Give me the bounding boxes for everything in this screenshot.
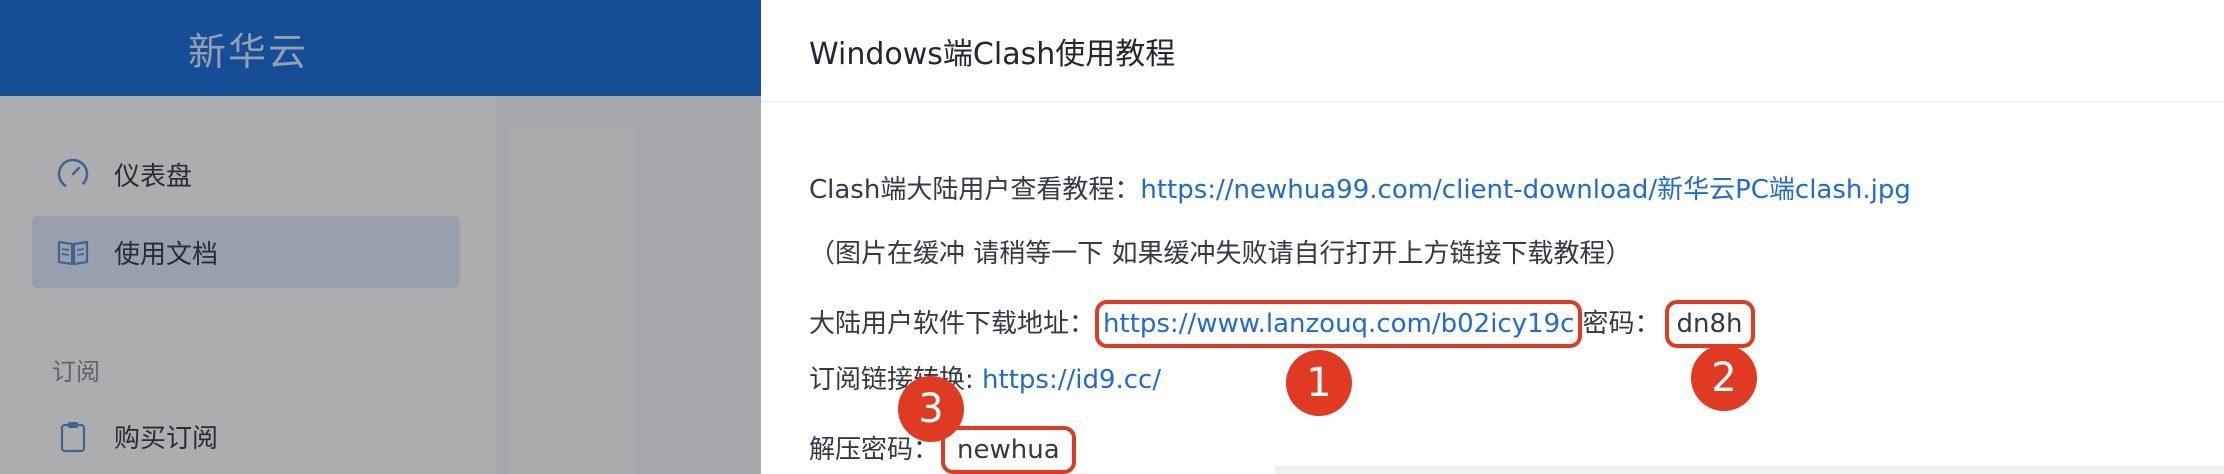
- unzip-password: newhua: [957, 435, 1060, 465]
- password-label: 密码：: [1582, 309, 1661, 339]
- convert-link[interactable]: https://id9.cc/: [982, 365, 1161, 395]
- drawer-header: Windows端Clash使用教程: [761, 0, 2224, 102]
- content-block-edge: [1275, 466, 2224, 474]
- download-label: 大陆用户软件下载地址：: [809, 309, 1096, 339]
- subscription-convert-line: 订阅链接转换: https://id9.cc/: [809, 362, 1161, 398]
- tutorial-image-link[interactable]: https://newhua99.com/client-download/新华云…: [1140, 175, 1911, 205]
- modal-overlay[interactable]: [0, 0, 761, 474]
- highlight-box-2: dn8h: [1664, 300, 1755, 348]
- annotation-badge-3: 3: [898, 376, 964, 442]
- tutorial-drawer: Windows端Clash使用教程 Clash端大陆用户查看教程：https:/…: [761, 0, 2224, 474]
- download-line: 大陆用户软件下载地址： https://www.lanzouq.com/b02ic…: [809, 300, 1755, 348]
- highlight-box-1: https://www.lanzouq.com/b02icy19c: [1095, 300, 1583, 348]
- annotation-badge-2: 2: [1691, 345, 1757, 411]
- tutorial-link-line: Clash端大陆用户查看教程：https://newhua99.com/clie…: [809, 172, 1911, 208]
- highlight-box-3: newhua: [941, 426, 1076, 474]
- tutorial-label: Clash端大陆用户查看教程：: [809, 175, 1141, 205]
- drawer-title: Windows端Clash使用教程: [809, 36, 1176, 72]
- download-password: dn8h: [1676, 309, 1743, 339]
- annotation-badge-1: 1: [1286, 350, 1352, 416]
- buffer-note: （图片在缓冲 请稍等一下 如果缓冲失败请自行打开上方链接下载教程）: [809, 239, 1632, 269]
- download-link[interactable]: https://www.lanzouq.com/b02icy19c: [1103, 309, 1574, 339]
